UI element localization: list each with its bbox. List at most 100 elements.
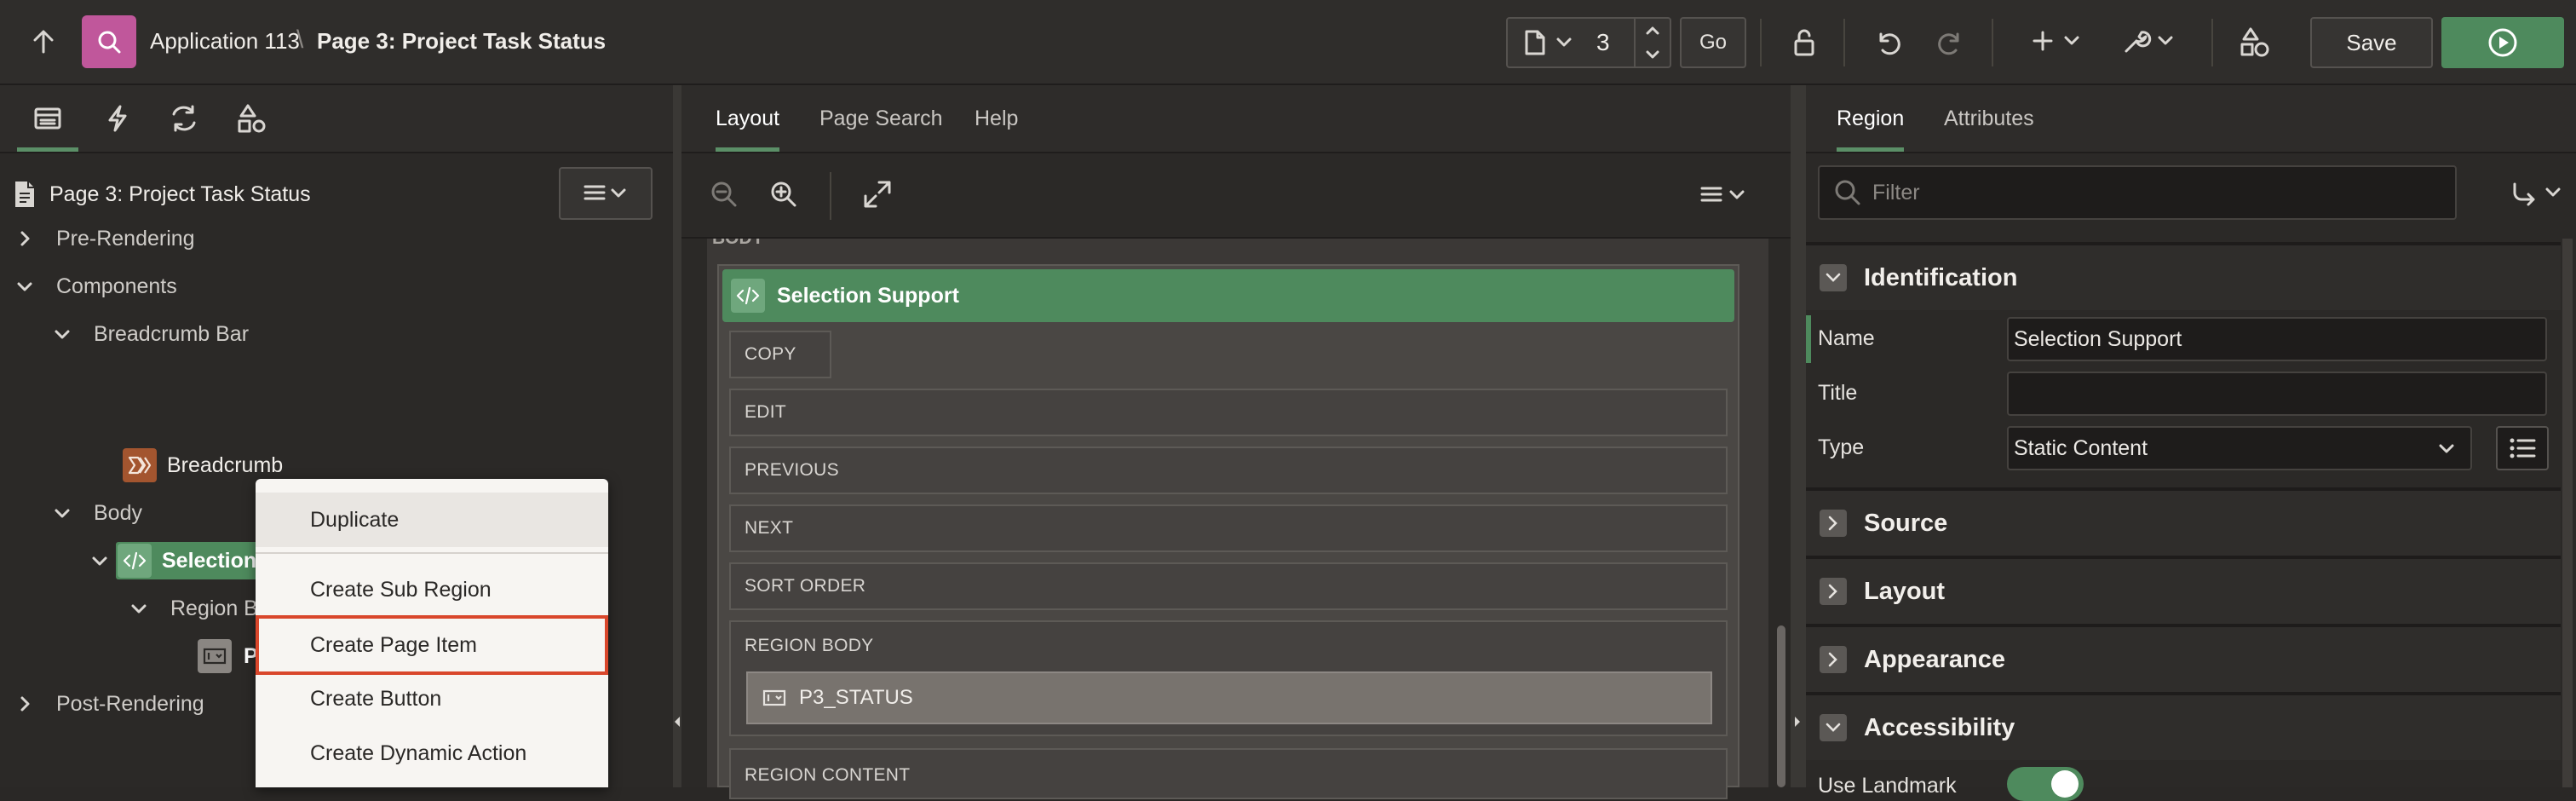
app-name-breadcrumb[interactable]: Application 113 — [150, 28, 300, 55]
zoom-in-icon[interactable] — [768, 179, 799, 210]
tab-dynamic-actions[interactable] — [95, 85, 140, 152]
title-label: Title — [1818, 381, 1858, 405]
section-source[interactable]: Source — [1806, 487, 2561, 556]
tree-label: Breadcrumb — [167, 452, 284, 477]
menu-item-duplicate[interactable]: Duplicate — [256, 493, 608, 547]
redo-icon[interactable] — [1935, 27, 1966, 58]
chevron-down-icon — [129, 599, 148, 618]
tree-item-region-body[interactable]: Region Bo — [129, 586, 270, 631]
region-header[interactable]: Selection Support — [722, 269, 1734, 322]
list-of-values-button[interactable] — [2496, 426, 2549, 470]
tab-rendering[interactable] — [17, 85, 78, 152]
body-position-label: BODY — [712, 239, 764, 249]
tree-item-page-item[interactable]: P — [198, 634, 258, 678]
lightning-icon — [105, 104, 130, 133]
tree-menu-button[interactable] — [559, 167, 653, 220]
breadcrumb-separator: \ — [296, 26, 304, 54]
slot-next[interactable]: NEXT — [729, 504, 1728, 552]
property-scrollbar[interactable] — [2562, 239, 2573, 787]
tree-item-body[interactable]: Body — [53, 491, 142, 535]
menu-item-create-dynamic-action[interactable]: Create Dynamic Action — [256, 726, 608, 781]
collapse-right-arrow-icon[interactable] — [1794, 716, 1801, 728]
top-toolbar: Application 113 \ Page 3: Project Task S… — [0, 0, 2576, 85]
expand-icon[interactable] — [862, 179, 893, 210]
app-icon[interactable] — [82, 15, 136, 68]
tab-layout[interactable]: Layout — [716, 85, 780, 152]
chevron-down-icon — [53, 504, 72, 522]
tree-item-pre-rendering[interactable]: Pre-Rendering — [15, 216, 195, 261]
list-icon — [2508, 436, 2537, 460]
tab-shared-components[interactable] — [230, 85, 274, 152]
tab-processing[interactable] — [162, 85, 206, 152]
left-panel-splitter[interactable] — [673, 85, 681, 787]
name-field[interactable]: Selection Support — [2007, 317, 2547, 361]
section-appearance[interactable]: Appearance — [1806, 624, 2561, 692]
expand-icon — [1820, 510, 1847, 537]
layout-menu-button[interactable] — [1700, 186, 1748, 205]
shared-components-icon[interactable] — [2239, 26, 2271, 58]
lock-icon[interactable] — [1789, 27, 1820, 58]
tree-label: Pre-Rendering — [56, 226, 195, 251]
menu-item-create-button[interactable]: Create Button — [256, 671, 608, 726]
zoom-out-icon[interactable] — [709, 179, 739, 210]
run-page-button[interactable] — [2441, 17, 2564, 68]
section-title: Identification — [1864, 263, 2018, 291]
page-stepper[interactable] — [1634, 19, 1670, 66]
up-arrow-icon[interactable] — [29, 27, 58, 56]
tree-item-post-rendering[interactable]: Post-Rendering — [15, 682, 204, 726]
go-button[interactable]: Go — [1680, 17, 1746, 68]
tree-item-breadcrumb-bar[interactable]: Breadcrumb Bar — [53, 312, 249, 356]
tab-page-search[interactable]: Page Search — [819, 85, 943, 152]
section-layout[interactable]: Layout — [1806, 556, 2561, 624]
save-button[interactable]: Save — [2310, 17, 2433, 68]
chevron-down-icon — [2438, 443, 2455, 455]
slot-label: EDIT — [745, 402, 787, 422]
section-title: Layout — [1864, 577, 1946, 605]
page-title: Page 3: Project Task Status — [317, 28, 607, 54]
property-row-indicator — [1806, 315, 1811, 363]
expand-icon — [1820, 646, 1847, 673]
tree-label: Post-Rendering — [56, 691, 204, 716]
page-selector[interactable]: 3 — [1506, 17, 1671, 68]
toolbar-divider — [830, 172, 831, 220]
tab-label: Attributes — [1944, 106, 2034, 130]
toolbar-divider — [1992, 19, 1993, 66]
utilities-menu-button[interactable] — [2121, 26, 2174, 56]
shapes-icon — [237, 103, 267, 134]
page-number-field[interactable]: 3 — [1596, 29, 1610, 56]
goto-group-button[interactable] — [2511, 181, 2562, 206]
tab-help[interactable]: Help — [975, 85, 1018, 152]
filter-input[interactable]: Filter — [1818, 165, 2457, 220]
slot-edit[interactable]: EDIT — [729, 389, 1728, 436]
collapse-icon — [1820, 264, 1847, 291]
use-landmark-toggle[interactable] — [2007, 767, 2084, 801]
page-item-p3-status[interactable]: P3_STATUS — [746, 671, 1712, 724]
menu-item-label: Create Dynamic Action — [310, 740, 527, 765]
center-tabbar: Layout Page Search Help — [681, 85, 1791, 153]
title-field[interactable] — [2007, 372, 2547, 416]
slot-previous[interactable]: PREVIOUS — [729, 447, 1728, 494]
filter-placeholder: Filter — [1872, 180, 1920, 205]
tree-root-page[interactable]: Page 3: Project Task Status — [12, 172, 311, 216]
layout-toolbar — [681, 153, 1791, 239]
chevron-down-icon — [90, 551, 109, 570]
collapse-left-arrow-icon[interactable] — [674, 716, 681, 728]
canvas-scrollbar[interactable] — [1777, 625, 1785, 787]
slot-region-content[interactable]: REGION CONTENT — [729, 748, 1728, 799]
slot-copy[interactable]: COPY — [729, 331, 831, 378]
slot-sort-order[interactable]: SORT ORDER — [729, 562, 1728, 610]
section-identification[interactable]: Identification — [1806, 242, 2561, 310]
create-menu-button[interactable] — [2029, 27, 2080, 55]
tree-item-components[interactable]: Components — [15, 264, 177, 308]
menu-item-create-sub-region[interactable]: Create Sub Region — [256, 562, 608, 617]
tab-region[interactable]: Region — [1837, 85, 1905, 152]
type-select[interactable]: Static Content — [2007, 426, 2472, 470]
search-icon — [1833, 178, 1862, 207]
menu-item-create-page-item[interactable]: Create Page Item — [256, 615, 608, 675]
right-tabbar: Region Attributes — [1806, 85, 2576, 153]
undo-icon[interactable] — [1872, 27, 1903, 58]
section-accessibility[interactable]: Accessibility — [1806, 692, 2561, 760]
tab-attributes[interactable]: Attributes — [1944, 85, 2034, 152]
right-panel-splitter[interactable] — [1791, 85, 1806, 787]
chevron-down-icon — [2063, 35, 2080, 47]
